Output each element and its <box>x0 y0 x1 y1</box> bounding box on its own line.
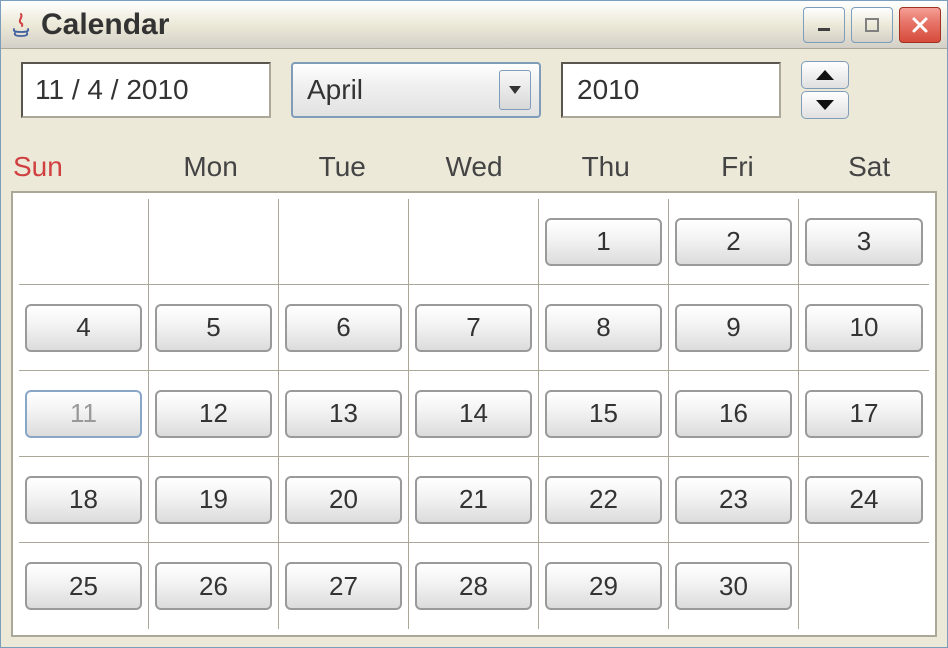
day-cell: 20 <box>279 457 409 543</box>
triangle-up-icon <box>814 68 836 82</box>
day-header-wed: Wed <box>408 147 540 187</box>
day-cell: 5 <box>149 285 279 371</box>
window-title: Calendar <box>41 8 803 42</box>
day-button-28[interactable]: 28 <box>415 562 532 610</box>
close-icon <box>910 15 930 35</box>
day-header-sun: Sun <box>13 147 145 187</box>
day-button-9[interactable]: 9 <box>675 304 792 352</box>
day-cell: 2 <box>669 199 799 285</box>
day-cell: 7 <box>409 285 539 371</box>
day-cell: 28 <box>409 543 539 629</box>
maximize-button[interactable] <box>851 7 893 43</box>
titlebar: Calendar <box>1 1 947 49</box>
day-button-18[interactable]: 18 <box>25 476 142 524</box>
day-button-7[interactable]: 7 <box>415 304 532 352</box>
day-cell: 11 <box>19 371 149 457</box>
day-button-16[interactable]: 16 <box>675 390 792 438</box>
day-cell: 4 <box>19 285 149 371</box>
day-header-fri: Fri <box>672 147 804 187</box>
calendar-grid-container: 1234567891011121314151617181920212223242… <box>11 191 937 637</box>
triangle-down-icon <box>814 98 836 112</box>
day-button-24[interactable]: 24 <box>805 476 923 524</box>
day-button-8[interactable]: 8 <box>545 304 662 352</box>
day-button-29[interactable]: 29 <box>545 562 662 610</box>
day-cell: 16 <box>669 371 799 457</box>
day-cell: 15 <box>539 371 669 457</box>
month-dropdown[interactable]: April <box>291 62 541 118</box>
day-cell: 26 <box>149 543 279 629</box>
day-cell <box>409 199 539 285</box>
day-cell: 19 <box>149 457 279 543</box>
day-button-14[interactable]: 14 <box>415 390 532 438</box>
day-cell <box>799 543 929 629</box>
day-button-10[interactable]: 10 <box>805 304 923 352</box>
day-button-5[interactable]: 5 <box>155 304 272 352</box>
day-header-mon: Mon <box>145 147 277 187</box>
day-cell: 29 <box>539 543 669 629</box>
day-button-17[interactable]: 17 <box>805 390 923 438</box>
day-headers: Sun Mon Tue Wed Thu Fri Sat <box>11 147 937 187</box>
day-button-6[interactable]: 6 <box>285 304 402 352</box>
day-button-1[interactable]: 1 <box>545 218 662 266</box>
dropdown-toggle[interactable] <box>499 70 531 110</box>
day-cell: 17 <box>799 371 929 457</box>
window-controls <box>803 7 941 43</box>
day-button-15[interactable]: 15 <box>545 390 662 438</box>
day-cell: 27 <box>279 543 409 629</box>
day-button-22[interactable]: 22 <box>545 476 662 524</box>
day-button-20[interactable]: 20 <box>285 476 402 524</box>
day-cell: 13 <box>279 371 409 457</box>
controls-row: April <box>11 61 937 119</box>
day-button-2[interactable]: 2 <box>675 218 792 266</box>
day-cell: 14 <box>409 371 539 457</box>
close-button[interactable] <box>899 7 941 43</box>
day-button-13[interactable]: 13 <box>285 390 402 438</box>
chevron-down-icon <box>508 85 522 95</box>
day-button-4[interactable]: 4 <box>25 304 142 352</box>
day-cell: 18 <box>19 457 149 543</box>
day-cell: 24 <box>799 457 929 543</box>
day-cell: 10 <box>799 285 929 371</box>
calendar-window: Calendar April <box>0 0 948 648</box>
year-up-button[interactable] <box>801 61 849 89</box>
day-button-26[interactable]: 26 <box>155 562 272 610</box>
year-field[interactable] <box>561 62 781 118</box>
maximize-icon <box>863 16 881 34</box>
day-cell: 6 <box>279 285 409 371</box>
day-header-sat: Sat <box>803 147 935 187</box>
day-cell: 23 <box>669 457 799 543</box>
day-button-19[interactable]: 19 <box>155 476 272 524</box>
day-button-3[interactable]: 3 <box>805 218 923 266</box>
day-cell: 30 <box>669 543 799 629</box>
day-cell: 8 <box>539 285 669 371</box>
day-cell: 22 <box>539 457 669 543</box>
day-cell: 3 <box>799 199 929 285</box>
month-dropdown-label: April <box>307 74 363 106</box>
day-button-11[interactable]: 11 <box>25 390 142 438</box>
day-cell: 1 <box>539 199 669 285</box>
day-cell <box>279 199 409 285</box>
year-spinner <box>801 61 849 119</box>
day-button-25[interactable]: 25 <box>25 562 142 610</box>
day-cell <box>19 199 149 285</box>
day-button-27[interactable]: 27 <box>285 562 402 610</box>
java-icon <box>9 13 33 37</box>
day-button-30[interactable]: 30 <box>675 562 792 610</box>
date-field[interactable] <box>21 62 271 118</box>
day-cell: 12 <box>149 371 279 457</box>
minimize-icon <box>815 16 833 34</box>
day-cell: 9 <box>669 285 799 371</box>
day-button-12[interactable]: 12 <box>155 390 272 438</box>
day-button-23[interactable]: 23 <box>675 476 792 524</box>
day-header-tue: Tue <box>276 147 408 187</box>
day-cell: 25 <box>19 543 149 629</box>
content-area: April <box>1 49 947 647</box>
day-cell: 21 <box>409 457 539 543</box>
minimize-button[interactable] <box>803 7 845 43</box>
day-button-21[interactable]: 21 <box>415 476 532 524</box>
day-header-thu: Thu <box>540 147 672 187</box>
calendar-grid: 1234567891011121314151617181920212223242… <box>19 199 929 629</box>
year-down-button[interactable] <box>801 91 849 119</box>
day-cell <box>149 199 279 285</box>
